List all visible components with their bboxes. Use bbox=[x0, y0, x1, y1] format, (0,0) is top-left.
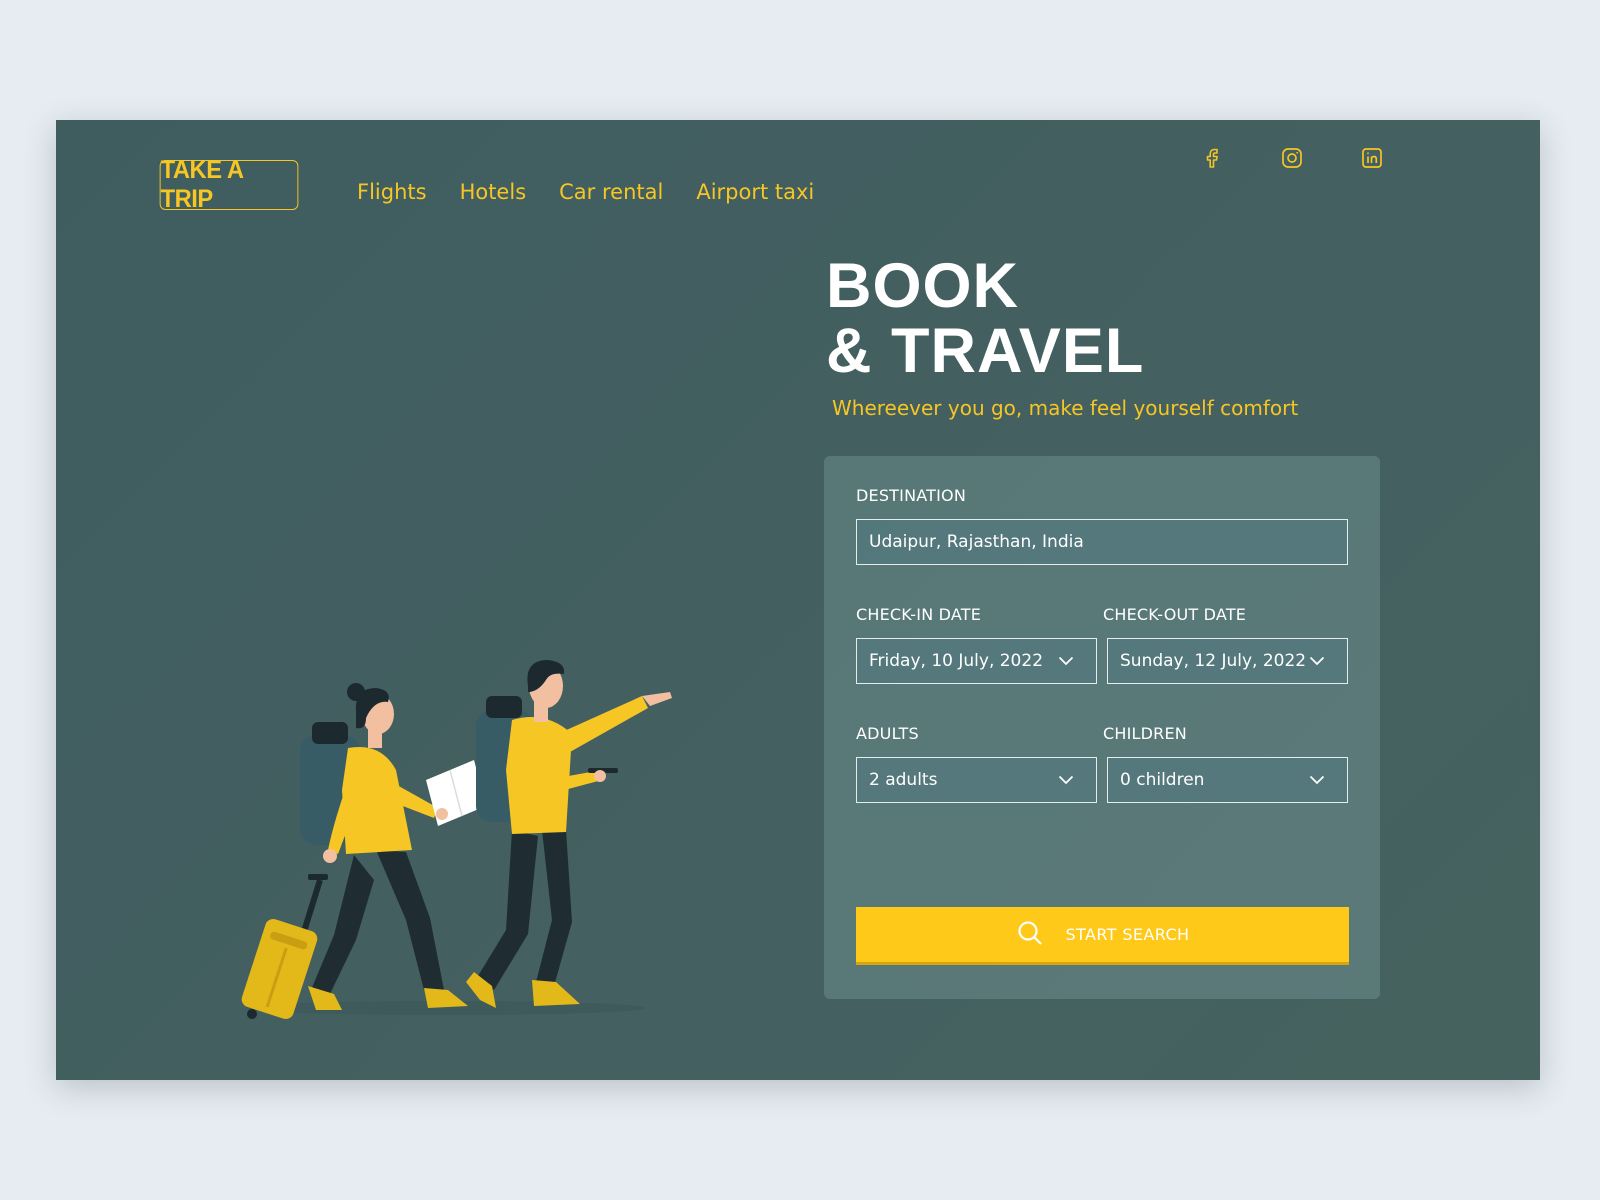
check-out-select[interactable]: Sunday, 12 July, 2022 bbox=[1107, 638, 1348, 684]
chevron-down-icon bbox=[1309, 652, 1327, 670]
title-line-1: BOOK bbox=[826, 251, 1019, 321]
children-value: 0 children bbox=[1120, 770, 1205, 790]
check-in-value: Friday, 10 July, 2022 bbox=[869, 651, 1044, 671]
start-search-button[interactable]: START SEARCH bbox=[856, 907, 1349, 965]
social-links bbox=[1200, 146, 1384, 170]
booking-form: DESTINATION Udaipur, Rajasthan, India CH… bbox=[824, 456, 1380, 999]
check-in-label: CHECK-IN DATE bbox=[856, 605, 982, 624]
chevron-down-icon bbox=[1309, 771, 1327, 789]
man-figure bbox=[466, 660, 672, 1008]
check-out-label: CHECK-OUT DATE bbox=[1103, 605, 1247, 624]
nav-item-hotels[interactable]: Hotels bbox=[460, 180, 527, 204]
facebook-icon[interactable] bbox=[1200, 146, 1224, 170]
travelers-illustration bbox=[241, 660, 672, 1020]
check-out-value: Sunday, 12 July, 2022 bbox=[1120, 651, 1307, 671]
hero-section: TAKE A TRIP Flights Hotels Car rental Ai… bbox=[56, 120, 1540, 1080]
destination-input[interactable]: Udaipur, Rajasthan, India bbox=[856, 519, 1348, 565]
search-icon bbox=[1016, 919, 1044, 951]
page-title: BOOK & TRAVEL bbox=[826, 254, 1144, 384]
destination-label: DESTINATION bbox=[856, 486, 967, 505]
brand-logo[interactable]: TAKE A TRIP bbox=[159, 156, 299, 213]
instagram-icon[interactable] bbox=[1280, 146, 1304, 170]
hero-subtitle: Whereever you go, make feel yourself com… bbox=[832, 396, 1299, 420]
main-nav: Flights Hotels Car rental Airport taxi bbox=[357, 180, 814, 204]
adults-select[interactable]: 2 adults bbox=[856, 757, 1097, 803]
adults-value: 2 adults bbox=[869, 770, 938, 790]
chevron-down-icon bbox=[1058, 771, 1076, 789]
woman-figure bbox=[300, 683, 486, 1010]
linkedin-icon[interactable] bbox=[1360, 146, 1384, 170]
chevron-down-icon bbox=[1058, 652, 1076, 670]
nav-item-airport-taxi[interactable]: Airport taxi bbox=[696, 180, 814, 204]
nav-item-car-rental[interactable]: Car rental bbox=[559, 180, 663, 204]
children-select[interactable]: 0 children bbox=[1107, 757, 1348, 803]
children-label: CHILDREN bbox=[1103, 724, 1187, 743]
logo-text: TAKE A TRIP bbox=[160, 156, 244, 213]
title-line-2: & TRAVEL bbox=[826, 316, 1145, 386]
adults-label: ADULTS bbox=[856, 724, 919, 743]
destination-value: Udaipur, Rajasthan, India bbox=[869, 532, 1084, 552]
check-in-select[interactable]: Friday, 10 July, 2022 bbox=[856, 638, 1097, 684]
start-search-label: START SEARCH bbox=[1065, 925, 1190, 944]
nav-item-flights[interactable]: Flights bbox=[357, 180, 427, 204]
